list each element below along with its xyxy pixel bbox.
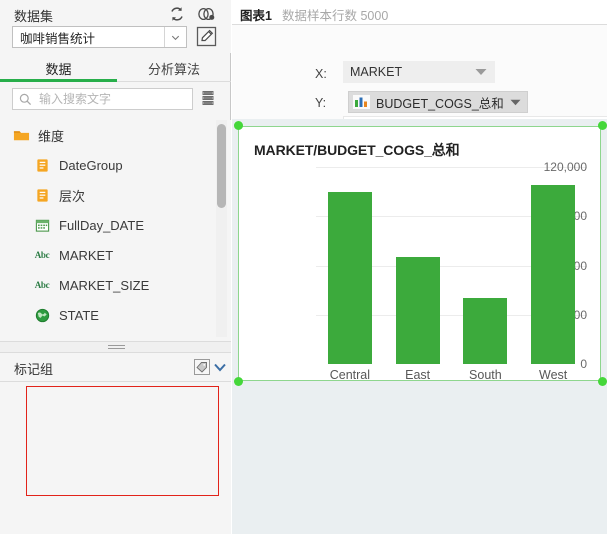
y-shelf-pill[interactable]: BUDGET_COGS_总和 [348,91,528,113]
caret-down-icon [475,63,487,81]
field-item-label: DateGroup [59,158,123,173]
list-menu-icon[interactable] [201,90,215,106]
marks-group-body: 颜色: 拖拽列到这里 图案: 拖拽列到这里 大小: [0,382,231,534]
bar-central[interactable] [328,192,372,364]
bar-west[interactable] [531,185,575,364]
selection-handle-bottom-right[interactable] [598,377,607,386]
marks-group-title: 标记组 [14,359,53,378]
x-shelf-value: MARKET [350,65,475,79]
marks-group-header: 标记组 [0,353,231,382]
globe-icon [33,306,51,324]
chart-canvas-area: MARKET/BUDGET_COGS_总和 030,00060,00090,00… [232,119,607,534]
tab-analysis[interactable]: 分析算法 [117,55,231,82]
chart-sample-info: 数据样本行数 5000 [282,5,388,24]
field-item-label: FullDay_DATE [59,218,144,233]
search-icon [19,93,32,106]
field-group-label: 维度 [38,126,64,145]
bar-south[interactable] [463,298,507,364]
x-shelf-label: X: [315,67,327,81]
refresh-icon[interactable] [168,5,186,23]
field-item-dategroup[interactable]: DateGroup [0,150,231,180]
field-item-market[interactable]: Abc MARKET [0,240,231,270]
group-icon [33,156,51,174]
field-item-label: STATE [59,308,99,323]
search-input[interactable] [37,90,182,108]
field-item-fullday-date[interactable]: FullDay_DATE [0,210,231,240]
field-tree-scrollbar-thumb[interactable] [217,124,226,208]
measure-bar-icon [353,95,370,109]
x-axis-tick-label: South [469,368,502,382]
y-shelf-value: BUDGET_COGS_总和 [376,93,504,112]
chart-frame[interactable]: MARKET/BUDGET_COGS_总和 030,00060,00090,00… [238,126,601,381]
y-axis-tick-label: 120,000 [531,160,587,174]
field-item-state[interactable]: STATE [0,300,231,330]
bar-east[interactable] [396,257,440,364]
group-icon [33,186,51,204]
link-icon[interactable] [196,5,216,23]
edit-icon[interactable] [196,26,217,47]
abc-text-icon: Abc [33,276,51,294]
field-item-label: MARKET [59,248,113,263]
tab-data[interactable]: 数据 [0,55,117,82]
x-shelf-dropdown[interactable]: MARKET [343,61,495,83]
shelf-area: X: MARKET Y: [232,25,607,119]
field-group-dimensions[interactable]: 维度 [0,120,231,150]
chevron-down-icon[interactable] [164,27,186,47]
x-axis-tick-label: West [539,368,567,382]
chart-workspace: 图表1 数据样本行数 5000 X: MARKET Y: [232,0,607,534]
dataset-select[interactable]: 咖啡销售统计 [12,26,187,48]
field-item-label: 层次 [59,186,85,205]
chart-tab-bar: 图表1 数据样本行数 5000 [232,0,607,25]
y-shelf-label: Y: [315,96,326,110]
search-box[interactable] [12,88,193,110]
search-row [0,86,231,116]
field-item-hierarchy[interactable]: 层次 [0,180,231,210]
selection-handle-top-right[interactable] [598,121,607,130]
dataset-select-value: 咖啡销售统计 [13,28,164,47]
selection-handle-bottom-left[interactable] [234,377,243,386]
field-tree: 维度 DateGroup [0,120,231,343]
coffee-sales-chart-builder: 数据集 咖啡销售统计 [0,0,607,534]
chart-title: MARKET/BUDGET_COGS_总和 [254,140,460,160]
folder-icon [12,126,30,144]
field-item-market-size[interactable]: Abc MARKET_SIZE [0,270,231,300]
chart-tab-name[interactable]: 图表1 [240,5,272,24]
left-sidebar: 数据集 咖啡销售统计 [0,0,231,534]
calendar-icon [33,216,51,234]
x-axis-tick-label: East [405,368,430,382]
selection-handle-top-left[interactable] [234,121,243,130]
splitter-grip [108,345,125,349]
caret-down-icon [510,93,521,111]
tab-active-underline [0,79,117,82]
bar-chart-plot: 030,00060,00090,000120,000CentralEastSou… [254,167,587,364]
chevron-down-icon[interactable] [213,360,227,374]
tag-icon[interactable] [194,359,210,375]
dataset-label: 数据集 [14,6,53,25]
field-item-label: MARKET_SIZE [59,278,149,293]
abc-text-icon: Abc [33,246,51,264]
sidebar-tabs: 数据 分析算法 [0,55,231,82]
panel-splitter[interactable] [0,341,231,353]
x-axis-tick-label: Central [330,368,370,382]
dataset-header: 数据集 咖啡销售统计 [0,0,231,53]
